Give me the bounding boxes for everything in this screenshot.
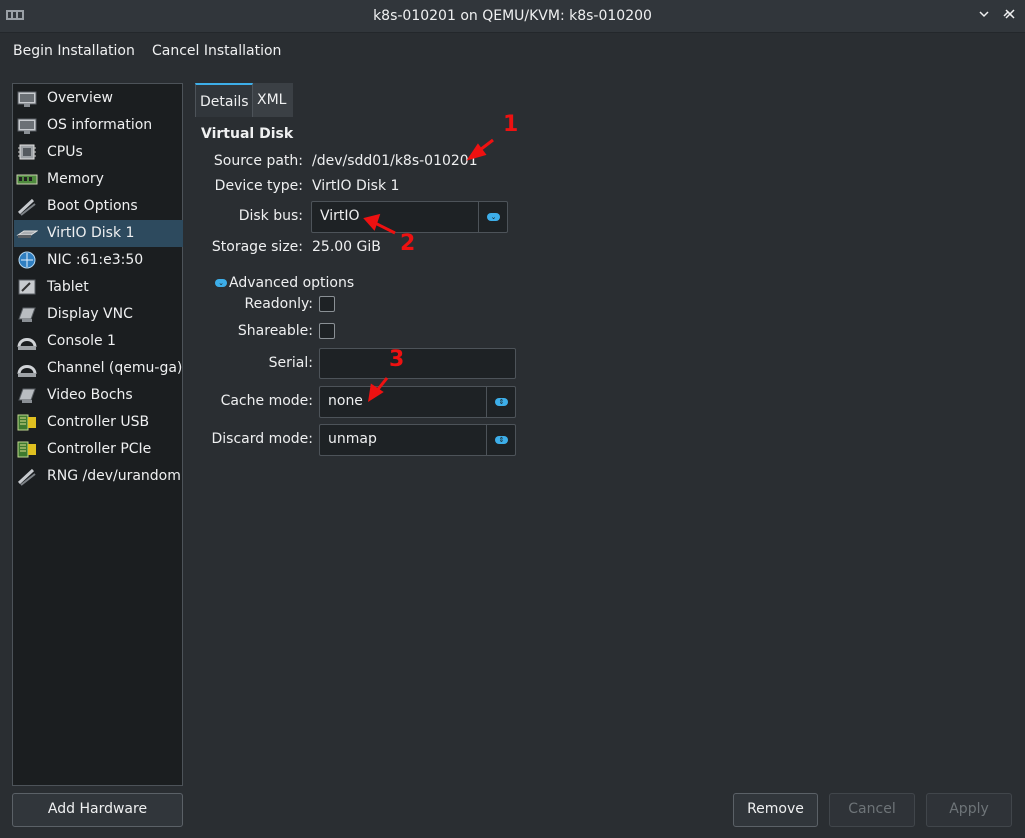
title-bar: k8s-010201 on QEMU/KVM: k8s-010200 (0, 0, 1025, 33)
remove-button[interactable]: Remove (733, 793, 818, 827)
cache-mode-combo[interactable]: none ⇕ (319, 386, 516, 418)
source-path-value: /dev/sdd01/k8s-010201 (312, 153, 478, 169)
discard-mode-label: Discard mode: (211, 431, 313, 447)
sidebar-item-label: OS information (47, 117, 153, 133)
sidebar-item-nic[interactable]: NIC :61:e3:50 (14, 247, 183, 274)
memory-icon (16, 174, 38, 185)
begin-installation-menu[interactable]: Begin Installation (13, 43, 135, 59)
storage-size-value: 25.00 GiB (312, 239, 381, 255)
window-title: k8s-010201 on QEMU/KVM: k8s-010200 (373, 8, 652, 24)
sidebar-item-virtio-disk-1[interactable]: VirtIO Disk 1 (14, 220, 183, 247)
close-button[interactable] (1001, 7, 1019, 25)
chevron-down-icon: ⌄ (487, 213, 500, 221)
window-spacer (977, 7, 995, 25)
disk-bus-combo[interactable]: VirtIO ⌄ (311, 201, 508, 233)
boot-options-icon (17, 198, 36, 216)
device-type-label: Device type: (214, 178, 303, 194)
discard-mode-value: unmap (328, 431, 377, 447)
sidebar-item-label: Display VNC (47, 306, 133, 322)
sidebar-item-controller-pcie[interactable]: Controller PCIe (14, 436, 183, 463)
sidebar-item-channel[interactable]: Channel (qemu-ga) (14, 355, 183, 382)
close-icon (1005, 9, 1015, 19)
shareable-checkbox[interactable] (319, 323, 335, 339)
cancel-installation-menu[interactable]: Cancel Installation (152, 43, 281, 59)
sidebar-item-memory[interactable]: Memory (14, 166, 183, 193)
sidebar-item-label: CPUs (47, 144, 83, 160)
sidebar-item-label: Controller PCIe (47, 441, 152, 457)
hardware-list: Overview OS information CPUs Memory Boot… (12, 83, 183, 786)
cpu-icon (18, 144, 36, 160)
sidebar-item-label: VirtIO Disk 1 (47, 225, 135, 241)
monitor-icon (17, 118, 37, 134)
dropdown-button[interactable]: ⇕ (486, 425, 515, 455)
sidebar-item-label: Controller USB (47, 414, 150, 430)
source-path-label: Source path: (213, 153, 303, 169)
cache-mode-label: Cache mode: (220, 393, 313, 409)
sidebar-item-os-information[interactable]: OS information (14, 112, 183, 139)
annotation-number-2: 2 (400, 231, 416, 256)
disk-bus-label: Disk bus: (238, 208, 303, 224)
dropdown-button[interactable]: ⌄ (478, 202, 507, 232)
dropdown-button[interactable]: ⇕ (486, 387, 515, 417)
cancel-button[interactable]: Cancel (829, 793, 915, 827)
disk-icon (16, 230, 38, 238)
annotation-number-3: 3 (389, 347, 405, 372)
storage-size-label: Storage size: (211, 239, 303, 255)
chevron-updown-icon: ⇕ (495, 398, 508, 406)
sidebar-item-boot-options[interactable]: Boot Options (14, 193, 183, 220)
sidebar-item-overview[interactable]: Overview (14, 85, 183, 112)
sidebar-item-label: RNG /dev/urandom (47, 468, 181, 484)
readonly-checkbox[interactable] (319, 296, 335, 312)
sidebar-item-label: Console 1 (47, 333, 116, 349)
console-icon (17, 338, 37, 350)
controller-icon (17, 441, 36, 458)
disk-bus-value: VirtIO (320, 208, 360, 224)
sidebar-item-label: Memory (47, 171, 104, 187)
controller-icon (17, 414, 36, 431)
video-icon (18, 388, 36, 403)
sidebar-item-console-1[interactable]: Console 1 (14, 328, 183, 355)
sidebar-item-display-vnc[interactable]: Display VNC (14, 301, 183, 328)
device-type-value: VirtIO Disk 1 (312, 178, 400, 194)
expander-icon[interactable]: ⌄ (215, 279, 227, 287)
display-icon (18, 307, 36, 322)
advanced-options-expander[interactable]: Advanced options (229, 275, 354, 291)
sidebar-item-label: Channel (qemu-ga) (47, 360, 183, 376)
chevron-updown-icon: ⇕ (495, 436, 508, 444)
menu-bar: Begin Installation Cancel Installation (0, 34, 1025, 70)
channel-icon (17, 365, 37, 377)
sidebar-item-label: Boot Options (47, 198, 138, 214)
tablet-icon (18, 279, 36, 295)
add-hardware-button[interactable]: Add Hardware (12, 793, 183, 827)
sidebar-item-label: Tablet (47, 279, 89, 295)
sidebar-item-rng[interactable]: RNG /dev/urandom (14, 463, 183, 490)
sidebar-item-label: Overview (47, 90, 113, 106)
readonly-label: Readonly: (244, 296, 314, 312)
sidebar-item-label: NIC :61:e3:50 (47, 252, 144, 268)
shareable-label: Shareable: (237, 323, 313, 339)
tab-xml[interactable]: XML (253, 83, 293, 117)
serial-label: Serial: (268, 355, 313, 371)
sidebar-item-video-bochs[interactable]: Video Bochs (14, 382, 183, 409)
section-heading: Virtual Disk (201, 126, 294, 142)
network-icon (18, 251, 36, 269)
annotation-arrow-1 (475, 138, 494, 155)
discard-mode-combo[interactable]: unmap ⇕ (319, 424, 516, 456)
sidebar-item-label: Video Bochs (47, 387, 133, 403)
sidebar-item-cpus[interactable]: CPUs (14, 139, 183, 166)
rng-icon (17, 468, 36, 486)
serial-input[interactable] (319, 348, 516, 379)
cache-mode-value: none (328, 393, 363, 409)
sidebar-item-controller-usb[interactable]: Controller USB (14, 409, 183, 436)
annotation-number-1: 1 (503, 112, 519, 137)
monitor-icon (17, 91, 37, 107)
sidebar-item-tablet[interactable]: Tablet (14, 274, 183, 301)
apply-button[interactable]: Apply (926, 793, 1012, 827)
tab-details[interactable]: Details (195, 83, 253, 117)
